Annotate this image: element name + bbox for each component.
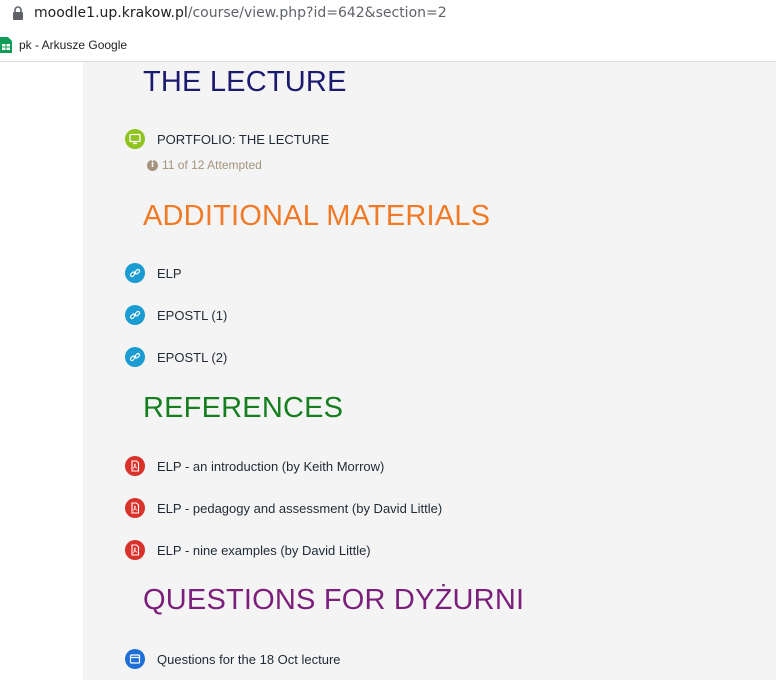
activity-label: EPOSTL (2)	[157, 349, 228, 365]
address-bar[interactable]: moodle1.up.krakow.pl/course/view.php?id=…	[0, 0, 776, 28]
activity-label: Questions for the 18 Oct lecture	[157, 651, 341, 667]
activity-epostl-2[interactable]: EPOSTL (2)	[125, 346, 227, 368]
bookmarks-bar: pk - Arkusze Google	[0, 28, 776, 62]
activity-questions-18-oct[interactable]: Questions for the 18 Oct lecture	[125, 648, 341, 670]
activity-elp[interactable]: ELP	[125, 262, 182, 284]
pdf-icon	[125, 456, 145, 476]
section-title-additional: ADDITIONAL MATERIALS	[143, 200, 491, 232]
section-title-questions: QUESTIONS FOR DYŻURNI	[143, 584, 525, 616]
attempt-status-text: 11 of 12 Attempted	[162, 158, 262, 172]
google-sheets-icon	[0, 37, 12, 53]
url-text[interactable]: moodle1.up.krakow.pl/course/view.php?id=…	[34, 4, 447, 22]
bookmark-label: pk - Arkusze Google	[19, 38, 128, 52]
lock-icon	[13, 6, 23, 20]
pdf-icon	[125, 540, 145, 560]
section-title-lecture: THE LECTURE	[143, 66, 347, 98]
activity-label: PORTFOLIO: THE LECTURE	[157, 131, 330, 147]
activity-label: EPOSTL (1)	[157, 307, 228, 323]
activity-label: ELP	[157, 265, 182, 281]
course-content: THE LECTURE PORTFOLIO: THE LECTURE i 11 …	[83, 62, 776, 680]
activity-epostl-1[interactable]: EPOSTL (1)	[125, 304, 227, 326]
activity-elp-pedagogy[interactable]: ELP - pedagogy and assessment (by David …	[125, 497, 442, 519]
activity-label: ELP - pedagogy and assessment (by David …	[157, 500, 443, 516]
activity-portfolio[interactable]: PORTFOLIO: THE LECTURE	[125, 128, 329, 150]
url-host: moodle1.up.krakow.pl	[34, 5, 188, 21]
info-icon: i	[147, 159, 158, 171]
link-icon	[125, 305, 145, 325]
activity-label: ELP - nine examples (by David Little)	[157, 542, 371, 558]
activity-elp-introduction[interactable]: ELP - an introduction (by Keith Morrow)	[125, 455, 384, 477]
attempt-status: i 11 of 12 Attempted	[147, 158, 262, 172]
link-icon	[125, 263, 145, 283]
link-icon	[125, 347, 145, 367]
pdf-icon	[125, 498, 145, 518]
activity-label: ELP - an introduction (by Keith Morrow)	[157, 458, 385, 474]
section-title-references: REFERENCES	[143, 392, 344, 424]
portfolio-icon	[125, 129, 145, 149]
url-path: /course/view.php?id=642&section=2	[187, 5, 447, 21]
bookmark-arkusze[interactable]: pk - Arkusze Google	[0, 36, 127, 54]
page-icon	[125, 649, 145, 669]
activity-elp-nine-examples[interactable]: ELP - nine examples (by David Little)	[125, 539, 371, 561]
